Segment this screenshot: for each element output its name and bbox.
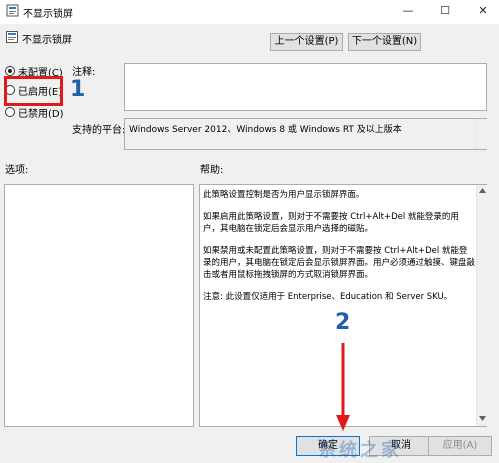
help-paragraph: 如果启用此策略设置，则对于不需要按 Ctrl+Alt+Del 就能登录的用户，其… (203, 212, 459, 234)
step-number-1: 1 (70, 77, 86, 102)
setting-title: 不显示锁屏 (22, 35, 72, 46)
help-label: 帮助: (200, 165, 224, 176)
policy-icon (6, 4, 19, 17)
next-setting-button[interactable]: 下一个设置(N) (348, 33, 421, 51)
setting-icon (6, 31, 18, 43)
watermark: 系统之家 (318, 440, 402, 461)
help-paragraph: 如果禁用或未配置此策略设置，则对于不需要按 Ctrl+Alt+Del 就能登录的… (203, 246, 476, 280)
close-button[interactable]: ✕ (469, 0, 497, 22)
radio-disabled[interactable] (5, 107, 15, 117)
minimize-button[interactable]: — (394, 0, 422, 22)
platform-value: Windows Server 2012、Windows 8 或 Windows … (129, 125, 402, 135)
help-scrollbar[interactable] (476, 185, 487, 426)
title-bar: 不显示锁屏 — ☐ ✕ (0, 0, 499, 24)
options-label: 选项: (5, 165, 29, 176)
radio-disabled-label[interactable]: 已禁用(D) (18, 105, 64, 120)
help-text: 此策略设置控制是否为用户显示锁屏界面。 如果启用此策略设置，则对于不需要按 Ct… (203, 189, 475, 313)
scroll-up-icon[interactable] (479, 188, 486, 193)
help-paragraph: 注意: 此设置仅适用于 Enterprise、Education 和 Serve… (203, 292, 453, 302)
comment-field[interactable] (124, 63, 487, 111)
platform-label: 支持的平台: (72, 125, 126, 136)
platform-field: Windows Server 2012、Windows 8 或 Windows … (124, 118, 487, 150)
platform-scrollbar[interactable] (476, 119, 487, 149)
arrow-down-icon (336, 343, 350, 431)
scroll-down-icon[interactable] (479, 416, 486, 421)
help-paragraph: 此策略设置控制是否为用户显示锁屏界面。 (203, 190, 365, 200)
options-panel[interactable] (4, 184, 194, 427)
comment-label: 注释: (72, 67, 96, 78)
step-number-2: 2 (335, 310, 351, 335)
radio-not-configured[interactable] (5, 66, 15, 76)
prev-setting-button[interactable]: 上一个设置(P) (270, 33, 343, 51)
highlight-box (4, 76, 63, 106)
window-title: 不显示锁屏 (23, 9, 73, 20)
apply-button[interactable]: 应用(A) (428, 436, 492, 456)
maximize-button[interactable]: ☐ (431, 0, 459, 22)
